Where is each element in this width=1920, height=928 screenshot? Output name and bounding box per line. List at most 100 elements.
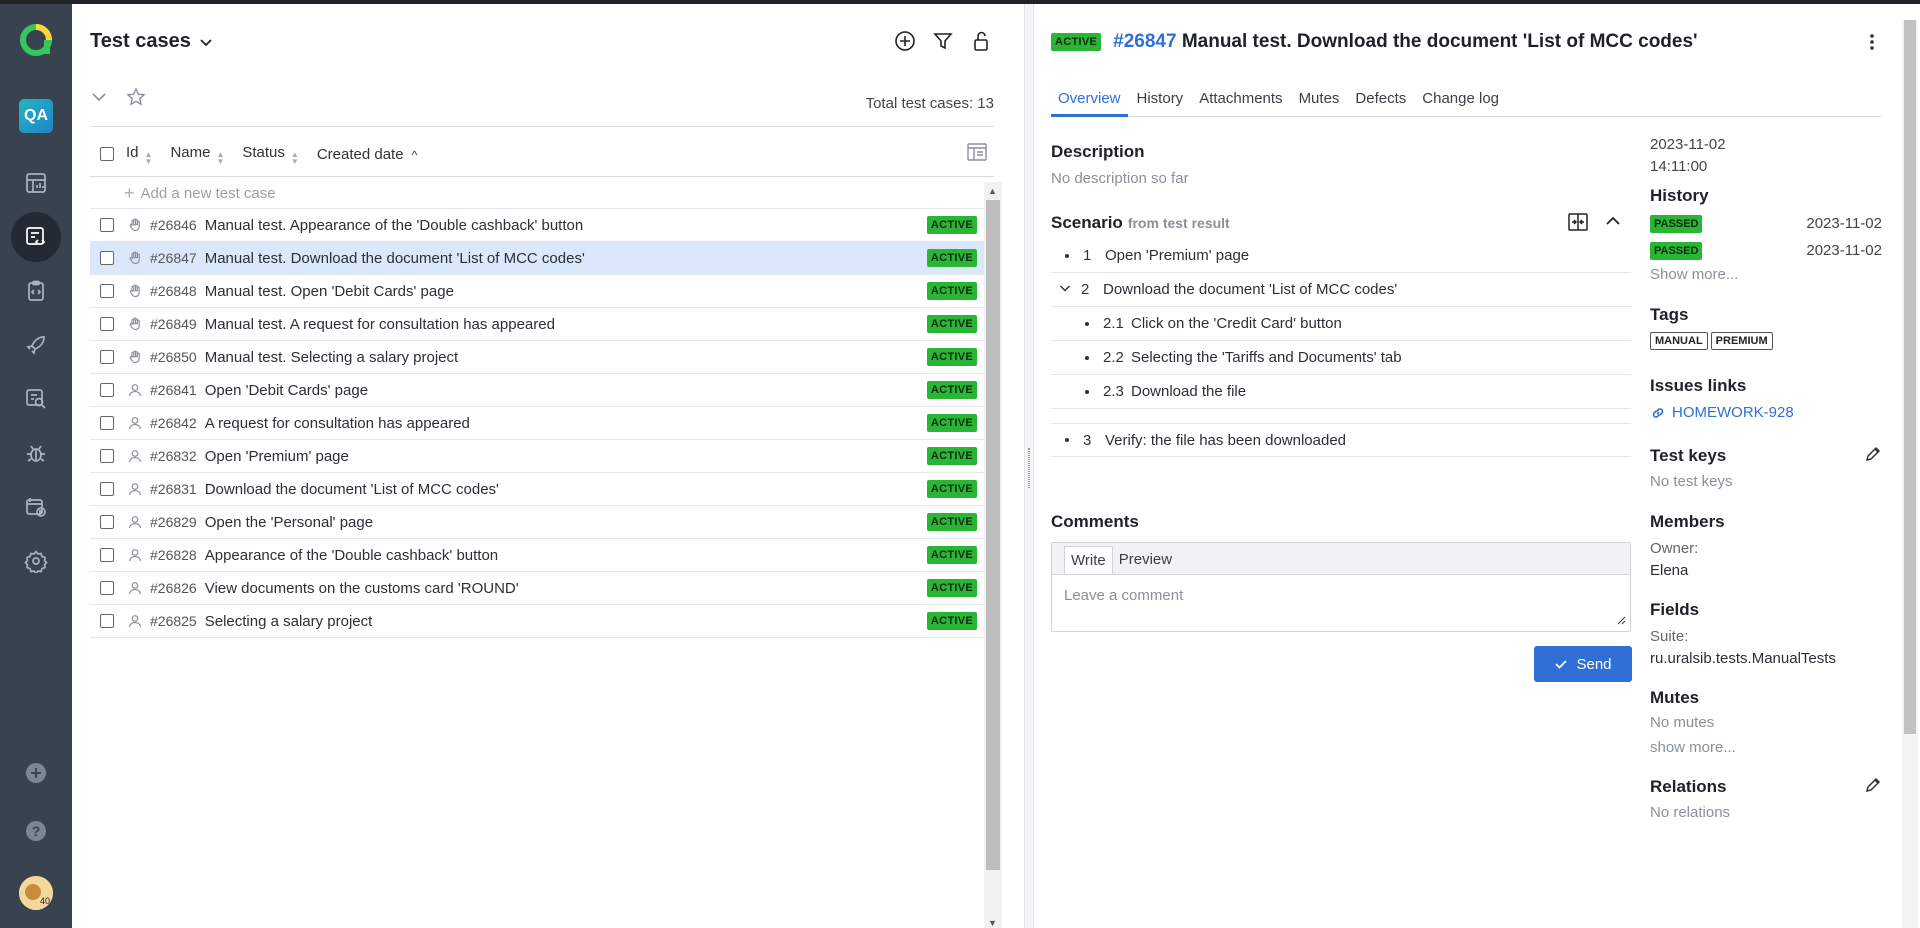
show-more-history-link[interactable]: Show more... xyxy=(1650,266,1882,283)
send-button[interactable]: Send xyxy=(1534,646,1632,682)
add-icon[interactable] xyxy=(11,748,61,798)
scenario-step[interactable]: 2 Download the document 'List of MCC code… xyxy=(1051,273,1631,307)
scenario-step[interactable]: 2.3 Download the file xyxy=(1051,375,1631,409)
collapse-chevron-icon[interactable] xyxy=(90,88,108,106)
row-checkbox[interactable] xyxy=(100,515,114,529)
row-name: Download the document 'List of MCC codes… xyxy=(204,480,499,498)
allure-logo-icon[interactable] xyxy=(18,22,54,58)
unlock-icon[interactable] xyxy=(968,28,994,54)
tag-chip[interactable]: PREMIUM xyxy=(1710,332,1773,350)
test-cases-icon[interactable] xyxy=(11,212,61,262)
table-row[interactable]: #26842 A request for consultation has app… xyxy=(90,407,988,440)
tab-overview[interactable]: Overview xyxy=(1051,84,1128,117)
project-badge[interactable]: QA xyxy=(19,99,53,133)
row-checkbox[interactable] xyxy=(100,218,114,232)
tree-selector[interactable]: Test cases xyxy=(90,30,213,53)
table-row[interactable]: #26829 Open the 'Personal' page ACTIVE xyxy=(90,506,988,539)
test-plans-icon[interactable] xyxy=(11,266,61,316)
table-row[interactable]: #26828 Appearance of the 'Double cashback… xyxy=(90,539,988,572)
more-menu-icon[interactable] xyxy=(1864,32,1880,56)
user-avatar[interactable]: 40 xyxy=(19,876,53,910)
panel-actions xyxy=(892,28,994,54)
history-item[interactable]: PASSED 2023-11-02 xyxy=(1650,237,1882,264)
issue-link[interactable]: HOMEWORK-928 xyxy=(1650,404,1882,421)
tab-mutes[interactable]: Mutes xyxy=(1292,84,1347,117)
created-date: 2023-11-02 14:11:00 xyxy=(1650,136,1726,175)
owner-label: Owner: xyxy=(1650,540,1699,557)
row-status-badge: ACTIVE xyxy=(926,447,977,465)
column-id[interactable]: Id ▲ ▼ xyxy=(126,144,152,166)
row-checkbox[interactable] xyxy=(100,614,114,628)
row-id: #26850 xyxy=(150,349,197,365)
table-row[interactable]: #26846 Manual test. Appearance of the 'Do… xyxy=(90,209,988,242)
row-checkbox[interactable] xyxy=(100,251,114,265)
tab-attachments[interactable]: Attachments xyxy=(1192,84,1289,117)
add-test-case-icon[interactable] xyxy=(892,28,918,54)
star-icon[interactable] xyxy=(126,87,146,107)
table-row[interactable]: #26831 Download the document 'List of MCC… xyxy=(90,473,988,506)
tag-chip[interactable]: MANUAL xyxy=(1650,332,1708,350)
scrollbar-thumb[interactable] xyxy=(1904,20,1916,734)
column-status[interactable]: Status ▲ ▼ xyxy=(242,144,298,166)
table-row[interactable]: #26841 Open 'Debit Cards' page ACTIVE xyxy=(90,374,988,407)
table-row[interactable]: #26826 View documents on the customs card… xyxy=(90,572,988,605)
column-name[interactable]: Name ▲ ▼ xyxy=(170,144,224,166)
table-row[interactable]: #26848 Manual test. Open 'Debit Cards' pa… xyxy=(90,275,988,308)
scenario-step[interactable]: 1 Open 'Premium' page xyxy=(1051,239,1631,273)
edit-relations-icon[interactable] xyxy=(1864,776,1882,798)
row-checkbox[interactable] xyxy=(100,581,114,595)
comment-tab-preview[interactable]: Preview xyxy=(1113,546,1178,574)
defects-icon[interactable] xyxy=(11,428,61,478)
comment-tab-write[interactable]: Write xyxy=(1064,546,1113,574)
analytics-icon[interactable] xyxy=(11,374,61,424)
row-checkbox[interactable] xyxy=(100,548,114,562)
settings-icon[interactable] xyxy=(11,536,61,586)
help-icon[interactable]: ? xyxy=(11,806,61,856)
row-checkbox[interactable] xyxy=(100,416,114,430)
scrollbar-thumb[interactable] xyxy=(986,200,1000,870)
history-item[interactable]: PASSED 2023-11-02 xyxy=(1650,210,1882,237)
tab-change-log[interactable]: Change log xyxy=(1415,84,1506,117)
filter-icon[interactable] xyxy=(930,28,956,54)
scenario-step[interactable]: 2.1 Click on the 'Credit Card' button xyxy=(1051,307,1631,341)
resize-handle-icon[interactable] xyxy=(1614,612,1626,629)
row-checkbox[interactable] xyxy=(100,317,114,331)
row-checkbox[interactable] xyxy=(100,482,114,496)
row-status-badge: ACTIVE xyxy=(926,513,977,531)
edit-test-keys-icon[interactable] xyxy=(1864,445,1882,467)
compare-icon[interactable] xyxy=(1567,211,1589,237)
show-more-mutes-link[interactable]: show more... xyxy=(1650,739,1882,756)
collapse-scenario-icon[interactable] xyxy=(1605,213,1621,233)
launches-icon[interactable] xyxy=(11,320,61,370)
expand-step-icon[interactable] xyxy=(1059,281,1071,298)
column-settings-icon[interactable] xyxy=(966,141,988,167)
test-cases-panel: Test cases Total test cases: 13 Id ▲ ▼ Nam… xyxy=(72,4,1008,928)
tab-defects[interactable]: Defects xyxy=(1348,84,1413,117)
step-number: 2.1 xyxy=(1103,315,1124,332)
table-row[interactable]: #26849 Manual test. A request for consult… xyxy=(90,308,988,341)
detail-scrollbar[interactable] xyxy=(1902,20,1918,928)
add-test-case-row[interactable]: + Add a new test case xyxy=(90,178,988,209)
table-row[interactable]: #26832 Open 'Premium' page ACTIVE xyxy=(90,440,988,473)
test-case-number[interactable]: #26847 xyxy=(1113,31,1176,52)
table-row[interactable]: #26847 Manual test. Download the document… xyxy=(90,242,988,275)
tab-history[interactable]: History xyxy=(1130,84,1191,117)
table-header: Id ▲ ▼ Name ▲ ▼ Status ▲ ▼ Created date ^ xyxy=(90,132,994,176)
column-created-date[interactable]: Created date ^ xyxy=(317,146,417,163)
jobs-icon[interactable] xyxy=(11,482,61,532)
select-all-checkbox[interactable] xyxy=(100,147,114,161)
scenario-step[interactable]: 3 Verify: the file has been downloaded xyxy=(1051,423,1631,457)
owner-value: Elena xyxy=(1650,562,1689,579)
dashboards-icon[interactable] xyxy=(11,158,61,208)
table-row[interactable]: #26850 Manual test. Selecting a salary pr… xyxy=(90,341,988,374)
list-scrollbar[interactable]: ▲ ▼ xyxy=(984,182,1002,928)
row-checkbox[interactable] xyxy=(100,350,114,364)
comment-input[interactable]: Leave a comment xyxy=(1052,575,1630,616)
manual-hand-icon xyxy=(126,284,144,298)
row-checkbox[interactable] xyxy=(100,383,114,397)
row-checkbox[interactable] xyxy=(100,284,114,298)
panel-splitter[interactable] xyxy=(1024,4,1034,928)
table-row[interactable]: #26825 Selecting a salary project ACTIVE xyxy=(90,605,988,638)
row-checkbox[interactable] xyxy=(100,449,114,463)
scenario-step[interactable]: 2.2 Selecting the 'Tariffs and Documents'… xyxy=(1051,341,1631,375)
